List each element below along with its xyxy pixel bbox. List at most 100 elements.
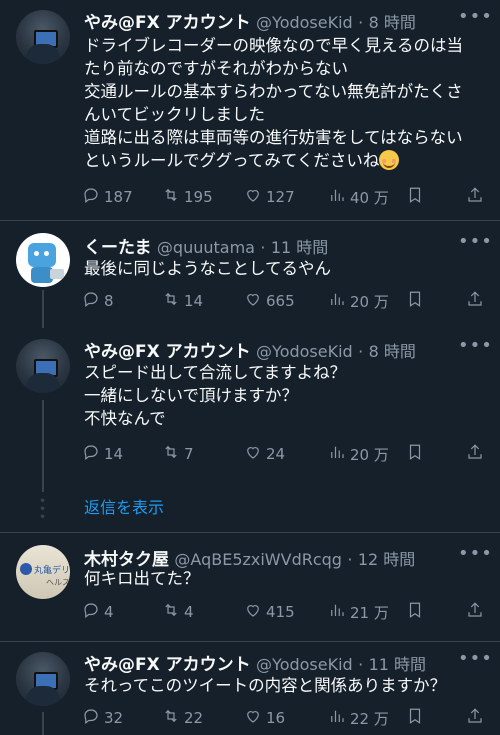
reply-icon	[82, 601, 100, 623]
views-icon	[328, 186, 346, 208]
share-button[interactable]	[466, 601, 484, 623]
tweet-text: 最後に同じようなことしてるやん	[84, 259, 332, 278]
views-button[interactable]: 40 万	[328, 186, 389, 208]
like-button[interactable]: 415	[244, 601, 295, 623]
share-icon	[466, 290, 484, 312]
retweet-button[interactable]: 14	[162, 290, 203, 312]
retweet-button[interactable]: 195	[162, 186, 213, 208]
views-count: 22 万	[350, 709, 389, 728]
tweet-4[interactable]: 丸亀デリバリー地 ヘルス 木村タク屋 @AqBE5zxiWVdRcqg · 12…	[0, 533, 500, 641]
views-count: 21 万	[350, 603, 389, 622]
bookmark-icon	[406, 186, 424, 208]
avatar[interactable]	[16, 10, 70, 64]
smiling-face-emoji	[379, 150, 400, 170]
views-count: 20 万	[350, 292, 389, 311]
tweet-actions: 14 7 24 20 万	[82, 443, 482, 465]
reply-button[interactable]: 187	[82, 186, 133, 208]
bookmark-icon	[406, 443, 424, 465]
views-count: 40 万	[350, 188, 389, 207]
more-icon[interactable]: •••	[458, 231, 493, 252]
tweet-2[interactable]: くーたま @quuutama · 11 時間 ••• 最後に同じようなことしてる…	[0, 221, 500, 329]
share-icon	[466, 186, 484, 208]
retweets-count: 4	[184, 603, 194, 621]
timestamp[interactable]: 11 時間	[271, 238, 328, 257]
avatar[interactable]	[16, 233, 70, 287]
timestamp[interactable]: 8 時間	[369, 13, 416, 32]
like-icon	[244, 443, 262, 465]
reply-button[interactable]: 8	[82, 290, 114, 312]
author-handle[interactable]: @YodoseKid	[256, 13, 353, 32]
author-name[interactable]: くーたま	[84, 238, 152, 258]
timestamp[interactable]: 8 時間	[369, 342, 416, 361]
bookmark-button[interactable]	[406, 290, 424, 312]
retweet-icon	[162, 186, 180, 208]
tweet-1[interactable]: やみ@FX アカウント @YodoseKid · 8 時間 ••• ドライブレコ…	[0, 0, 500, 220]
like-button[interactable]: 16	[244, 707, 285, 729]
views-icon	[328, 290, 346, 312]
reply-button[interactable]: 4	[82, 601, 114, 623]
bookmark-button[interactable]	[406, 601, 424, 623]
author-handle[interactable]: @AqBE5zxiWVdRcqg	[174, 550, 342, 569]
views-button[interactable]: 22 万	[328, 707, 389, 729]
timestamp[interactable]: 11 時間	[369, 655, 426, 674]
share-button[interactable]	[466, 186, 484, 208]
likes-count: 127	[266, 188, 295, 206]
retweets-count: 7	[184, 445, 194, 463]
likes-count: 415	[266, 603, 295, 621]
reply-icon	[82, 290, 100, 312]
retweets-count: 195	[184, 188, 213, 206]
share-icon	[466, 601, 484, 623]
more-icon[interactable]: •••	[458, 335, 493, 356]
bookmark-button[interactable]	[406, 443, 424, 465]
retweet-button[interactable]: 7	[162, 443, 194, 465]
author-handle[interactable]: @YodoseKid	[256, 342, 353, 361]
replies-count: 32	[104, 709, 124, 727]
more-icon[interactable]: •••	[458, 648, 493, 669]
retweet-button[interactable]: 4	[162, 601, 194, 623]
show-replies-link[interactable]: 返信を表示	[84, 494, 164, 518]
bookmark-button[interactable]	[406, 707, 424, 729]
reply-button[interactable]: 14	[82, 443, 123, 465]
author-handle[interactable]: @YodoseKid	[256, 655, 353, 674]
timestamp[interactable]: 12 時間	[358, 550, 415, 569]
thread-ellipsis: • • •	[39, 494, 47, 524]
share-button[interactable]	[466, 707, 484, 729]
retweet-button[interactable]: 22	[162, 707, 203, 729]
avatar[interactable]: 丸亀デリバリー地 ヘルス	[16, 545, 70, 599]
retweet-icon	[162, 443, 180, 465]
more-icon[interactable]: •••	[458, 6, 493, 27]
views-count: 20 万	[350, 445, 389, 464]
like-button[interactable]: 127	[244, 186, 295, 208]
bookmark-icon	[406, 707, 424, 729]
views-button[interactable]: 21 万	[328, 601, 389, 623]
replies-count: 187	[104, 188, 133, 206]
author-name[interactable]: やみ@FX アカウント	[84, 655, 251, 675]
tweet-actions: 187 195 127 40 万	[82, 186, 482, 208]
retweet-icon	[162, 290, 180, 312]
like-icon	[244, 186, 262, 208]
views-button[interactable]: 20 万	[328, 290, 389, 312]
bookmark-button[interactable]	[406, 186, 424, 208]
share-button[interactable]	[466, 443, 484, 465]
reply-icon	[82, 443, 100, 465]
like-button[interactable]: 24	[244, 443, 285, 465]
tweet-5[interactable]: やみ@FX アカウント @YodoseKid · 11 時間 ••• それってこ…	[0, 642, 500, 735]
avatar[interactable]	[16, 339, 70, 393]
author-name[interactable]: やみ@FX アカウント	[84, 13, 251, 33]
share-button[interactable]	[466, 290, 484, 312]
reply-button[interactable]: 32	[82, 707, 123, 729]
tweet-text: ドライブレコーダーの映像なので早く見えるのは当 たり前なのですがそれがわからない…	[84, 36, 464, 170]
avatar[interactable]	[16, 652, 70, 706]
views-icon	[328, 707, 346, 729]
author-handle[interactable]: @quuutama	[157, 238, 255, 257]
tweet-3[interactable]: やみ@FX アカウント @YodoseKid · 8 時間 ••• スピード出し…	[0, 329, 500, 489]
likes-count: 16	[266, 709, 286, 727]
author-name[interactable]: やみ@FX アカウント	[84, 342, 251, 362]
views-button[interactable]: 20 万	[328, 443, 389, 465]
more-icon[interactable]: •••	[458, 543, 493, 564]
tweet-actions: 32 22 16 22 万	[82, 707, 482, 729]
retweet-icon	[162, 601, 180, 623]
like-button[interactable]: 665	[244, 290, 295, 312]
tweet-actions: 8 14 665 20 万	[82, 290, 482, 312]
tweet-text: 何キロ出てた？	[84, 569, 200, 588]
